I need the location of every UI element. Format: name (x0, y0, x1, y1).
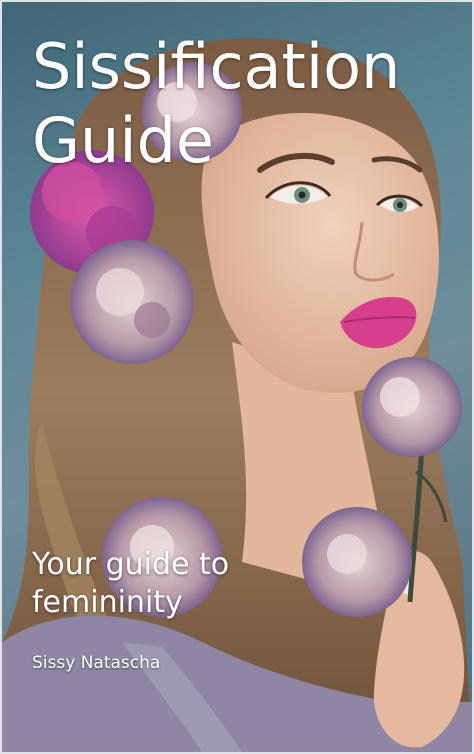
book-author: Sissy Natascha (32, 653, 161, 673)
flower-dusty-mid (70, 240, 194, 364)
book-subtitle: Your guide to femininity (32, 547, 230, 620)
book-title: Sissification Guide (32, 30, 401, 177)
book-cover: Sissification Guide Your guide to femini… (2, 2, 472, 752)
flower-held (362, 357, 462, 457)
